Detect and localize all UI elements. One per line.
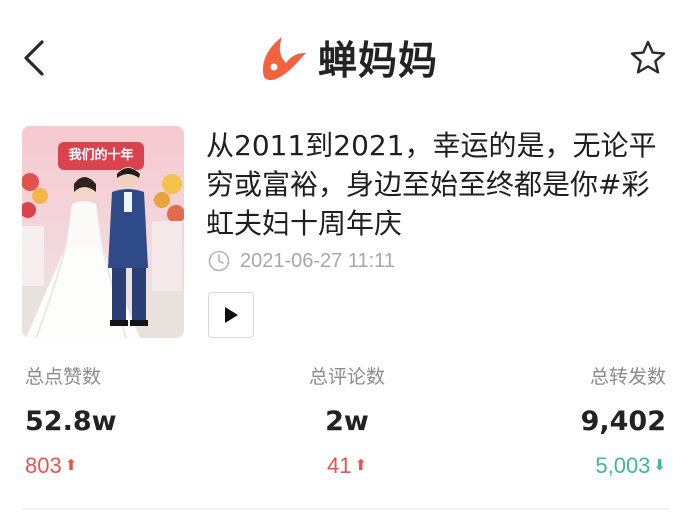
thumbnail-caption: 我们的十年 bbox=[68, 148, 134, 163]
back-button[interactable] bbox=[18, 38, 52, 78]
stat-likes: 总点赞数 52.8w 803 ⬆ bbox=[25, 362, 195, 481]
play-icon bbox=[225, 307, 238, 323]
brand: 蝉妈妈 bbox=[256, 30, 438, 86]
chanmama-logo bbox=[262, 37, 306, 81]
star-outline-icon bbox=[630, 40, 666, 74]
publish-time-row: 2021-06-27 11:11 bbox=[208, 247, 395, 275]
arrow-up-icon: ⬆ bbox=[64, 457, 78, 474]
stat-value: 52.8w bbox=[25, 406, 117, 437]
video-title: 从2011到2021，幸运的是，无论平穷或富裕，身边至始至终都是你#彩虹夫妇十周… bbox=[206, 129, 657, 240]
favorite-button[interactable] bbox=[628, 38, 668, 78]
change-value: 5,003 bbox=[595, 453, 651, 478]
stat-shares: 总转发数 9,402 5,003 ⬇ bbox=[500, 362, 666, 481]
stat-change: 803 ⬆ bbox=[25, 451, 195, 481]
stat-change: 5,003 ⬇ bbox=[500, 451, 666, 481]
stat-label: 总转发数 bbox=[589, 366, 666, 388]
video-thumbnail[interactable]: 我们的十年 bbox=[22, 126, 184, 338]
stat-label: 总评论数 bbox=[308, 366, 385, 388]
chevron-left-icon bbox=[24, 40, 44, 76]
app-name: 蝉妈妈 bbox=[318, 39, 439, 84]
change-value: 803 bbox=[25, 453, 62, 478]
divider bbox=[22, 508, 670, 510]
arrow-up-icon: ⬆ bbox=[354, 457, 368, 474]
arrow-down-icon: ⬇ bbox=[653, 457, 666, 474]
play-button[interactable] bbox=[208, 292, 254, 338]
stat-value: 9,402 bbox=[580, 406, 666, 437]
stat-value: 2w bbox=[325, 406, 369, 437]
top-bar: 蝉妈妈 bbox=[0, 0, 692, 118]
stat-comments: 总评论数 2w 41 ⬆ bbox=[305, 362, 389, 481]
change-value: 41 bbox=[326, 453, 352, 478]
stat-label: 总点赞数 bbox=[25, 366, 102, 388]
clock-icon bbox=[208, 250, 230, 272]
publish-time: 2021-06-27 11:11 bbox=[240, 249, 395, 272]
stat-change: 41 ⬆ bbox=[305, 451, 389, 481]
